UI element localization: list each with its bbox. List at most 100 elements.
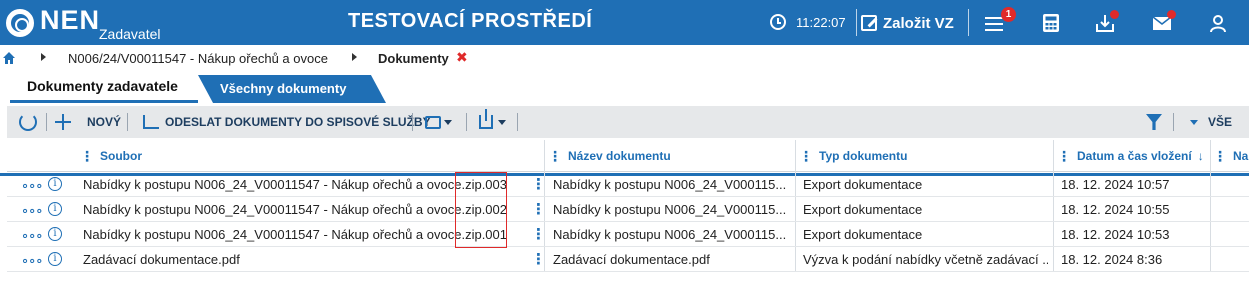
divider bbox=[968, 9, 969, 36]
calculator-icon[interactable] bbox=[1040, 12, 1062, 34]
info-icon[interactable]: i bbox=[48, 227, 62, 241]
table-row[interactable]: ∘∘∘ i Nabídky k postupu N006_24_V0001154… bbox=[7, 172, 1249, 197]
logo-subtitle: Zadavatel bbox=[99, 26, 161, 42]
table-row[interactable]: ∘∘∘ i Zadávací dokumentace.pdf ⋮ Zadávac… bbox=[7, 247, 1249, 272]
file-cell[interactable]: Zadávací dokumentace.pdf bbox=[83, 247, 523, 272]
session-clock: 11:22:07 bbox=[796, 15, 846, 30]
nen-logo-icon[interactable] bbox=[6, 9, 34, 37]
document-name-cell: Nabídky k postupu N006_24_V000115... bbox=[553, 177, 787, 192]
inserted-datetime-cell: 18. 12. 2024 8:36 bbox=[1061, 252, 1163, 267]
new-button[interactable]: NOVÝ bbox=[55, 106, 121, 138]
print-menu-button[interactable] bbox=[425, 106, 452, 138]
inserted-datetime-cell: 18. 12. 2024 10:55 bbox=[1061, 202, 1170, 217]
logo-text[interactable]: NEN bbox=[40, 5, 100, 36]
table-row[interactable]: ∘∘∘ i Nabídky k postupu N006_24_V0001154… bbox=[7, 222, 1249, 247]
row-menu-icon[interactable]: ⋮ bbox=[531, 225, 546, 243]
breadcrumb-separator-icon bbox=[41, 53, 46, 61]
view-all-label: VŠE bbox=[1208, 115, 1233, 129]
document-type-cell: Výzva k podání nabídky včetně zadávací .… bbox=[803, 252, 1048, 267]
document-name-cell: Zadávací dokumentace.pdf bbox=[553, 252, 710, 267]
column-header-document-name[interactable]: ⋮ Název dokumentu bbox=[548, 140, 671, 172]
document-type-cell: Export dokumentace bbox=[803, 202, 923, 217]
document-tabs: Dokumenty zadavatele Všechny dokumenty bbox=[0, 73, 1249, 176]
column-header-truncated[interactable]: ⋮ Na bbox=[1213, 140, 1248, 172]
file-cell[interactable]: Nabídky k postupu N006_24_V00011547 - Ná… bbox=[83, 222, 523, 247]
column-menu-icon[interactable]: ⋮ bbox=[1213, 148, 1227, 165]
file-cell[interactable]: Nabídky k postupu N006_24_V00011547 - Ná… bbox=[83, 197, 523, 222]
column-menu-icon[interactable]: ⋮ bbox=[1057, 148, 1071, 165]
inserted-datetime-cell: 18. 12. 2024 10:57 bbox=[1061, 177, 1170, 192]
divider bbox=[412, 113, 413, 131]
environment-title: TESTOVACÍ PROSTŘEDÍ bbox=[348, 10, 593, 32]
info-icon[interactable]: i bbox=[48, 177, 62, 191]
column-menu-icon[interactable]: ⋮ bbox=[548, 148, 562, 165]
close-icon[interactable]: ✖ bbox=[456, 49, 468, 66]
file-cell[interactable]: Nabídky k postupu N006_24_V00011547 - Ná… bbox=[83, 172, 523, 197]
document-name-cell: Nabídky k postupu N006_24_V000115... bbox=[553, 202, 787, 217]
column-menu-icon[interactable]: ⋮ bbox=[80, 148, 94, 165]
divider bbox=[46, 113, 47, 131]
view-all-selector[interactable]: VŠE bbox=[1187, 106, 1232, 138]
tab-contracting-authority-documents[interactable]: Dokumenty zadavatele bbox=[10, 73, 198, 103]
document-type-cell: Export dokumentace bbox=[803, 227, 923, 242]
row-actions-icon[interactable]: ∘∘∘ bbox=[21, 253, 43, 269]
send-to-records-service-button[interactable]: ODESLAT DOKUMENTY DO SPISOVÉ SLUŽBY bbox=[143, 106, 431, 138]
column-menu-icon[interactable]: ⋮ bbox=[799, 148, 813, 165]
row-menu-icon[interactable]: ⋮ bbox=[531, 250, 546, 268]
notifications-badge: 1 bbox=[1001, 7, 1016, 22]
row-menu-icon[interactable]: ⋮ bbox=[531, 200, 546, 218]
breadcrumb-item-contract[interactable]: N006/24/V00011547 - Nákup ořechů a ovoce bbox=[68, 51, 328, 66]
breadcrumb: N006/24/V00011547 - Nákup ořechů a ovoce… bbox=[0, 48, 1249, 70]
refresh-icon bbox=[19, 113, 37, 131]
tab-all-documents[interactable]: Všechny dokumenty bbox=[198, 75, 386, 103]
plus-icon bbox=[55, 114, 71, 130]
divider bbox=[1173, 113, 1174, 131]
column-header-label: Soubor bbox=[100, 149, 142, 163]
chevron-down-icon bbox=[444, 119, 452, 125]
grid-toolbar: NOVÝ ODESLAT DOKUMENTY DO SPISOVÉ SLUŽBY… bbox=[7, 106, 1249, 138]
clock-icon bbox=[770, 14, 786, 30]
column-header-label: Název dokumentu bbox=[568, 149, 671, 163]
row-actions-icon[interactable]: ∘∘∘ bbox=[21, 178, 43, 194]
column-header-document-type[interactable]: ⋮ Typ dokumentu bbox=[799, 140, 907, 172]
edit-icon bbox=[861, 15, 877, 31]
home-icon[interactable] bbox=[3, 52, 15, 64]
export-icon bbox=[479, 109, 493, 129]
row-actions-icon[interactable]: ∘∘∘ bbox=[21, 203, 43, 219]
alert-dot bbox=[1167, 10, 1176, 19]
column-header-label: Datum a čas vložení bbox=[1077, 149, 1192, 163]
info-icon[interactable]: i bbox=[48, 202, 62, 216]
breadcrumb-item-documents: Dokumenty bbox=[378, 51, 449, 66]
column-header-inserted-datetime[interactable]: ⋮ Datum a čas vložení ↓ bbox=[1057, 140, 1204, 172]
chevron-down-icon bbox=[498, 119, 506, 125]
user-icon[interactable] bbox=[1207, 12, 1229, 34]
top-bar: NEN Zadavatel TESTOVACÍ PROSTŘEDÍ 11:22:… bbox=[0, 0, 1249, 45]
inserted-datetime-cell: 18. 12. 2024 10:53 bbox=[1061, 227, 1170, 242]
info-icon[interactable]: i bbox=[48, 252, 62, 266]
row-actions-icon[interactable]: ∘∘∘ bbox=[21, 228, 43, 244]
document-type-cell: Export dokumentace bbox=[803, 177, 923, 192]
filter-button[interactable] bbox=[1146, 106, 1162, 138]
chevron-down-icon bbox=[1190, 119, 1198, 125]
document-name-cell: Nabídky k postupu N006_24_V000115... bbox=[553, 227, 787, 242]
send-to-records-service-label: ODESLAT DOKUMENTY DO SPISOVÉ SLUŽBY bbox=[165, 115, 431, 129]
divider bbox=[517, 113, 518, 131]
create-contract-button[interactable]: Založit VZ bbox=[861, 11, 954, 35]
refresh-button[interactable] bbox=[19, 106, 37, 138]
column-header-label: Typ dokumentu bbox=[819, 149, 908, 163]
send-list-icon bbox=[143, 115, 159, 129]
column-header-label: Na bbox=[1233, 149, 1249, 163]
breadcrumb-separator-icon bbox=[352, 53, 357, 61]
filter-icon bbox=[1146, 114, 1162, 130]
divider bbox=[856, 9, 857, 36]
export-menu-button[interactable] bbox=[479, 106, 506, 138]
alert-dot bbox=[1110, 10, 1119, 19]
column-header-file[interactable]: ⋮ Soubor bbox=[80, 140, 142, 172]
create-contract-label: Založit VZ bbox=[883, 14, 954, 32]
table-row[interactable]: ∘∘∘ i Nabídky k postupu N006_24_V0001154… bbox=[7, 197, 1249, 222]
documents-grid: ⋮ Soubor ⋮ Název dokumentu ⋮ Typ dokumen… bbox=[7, 140, 1249, 272]
row-menu-icon[interactable]: ⋮ bbox=[531, 175, 546, 193]
print-icon bbox=[425, 115, 441, 129]
divider bbox=[127, 113, 128, 131]
divider bbox=[466, 113, 467, 131]
